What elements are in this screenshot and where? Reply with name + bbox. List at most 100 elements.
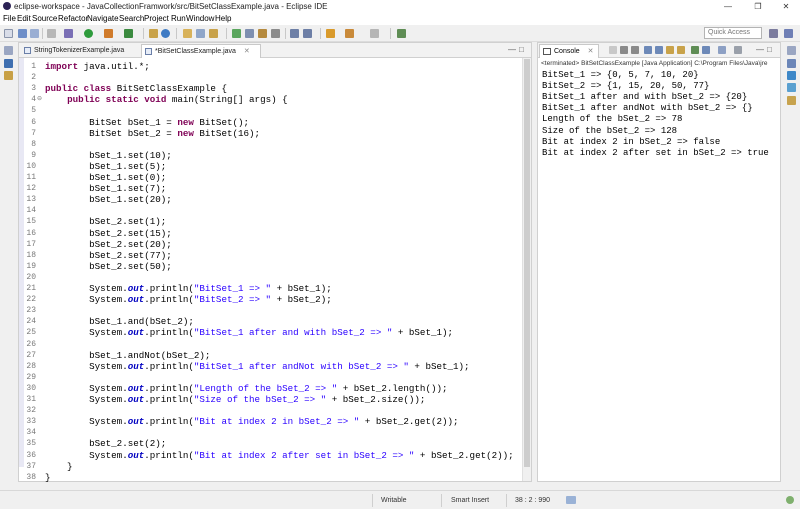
java-perspective-icon[interactable]: [784, 29, 793, 38]
editor-pane: StringTokenizerExample.java *BitSetClass…: [18, 42, 532, 483]
menu-file[interactable]: File: [3, 14, 16, 24]
task-list-icon[interactable]: [787, 59, 796, 68]
menu-window[interactable]: Window: [186, 14, 214, 24]
java-file-icon: [24, 47, 31, 54]
restore-view-icon-right[interactable]: [787, 46, 796, 55]
hierarchy-icon[interactable]: [787, 83, 796, 92]
status-cursor-position: 38 : 2 : 990: [515, 497, 551, 504]
remove-all-icon[interactable]: [631, 46, 639, 54]
code-line: System.out.println("BitSet_1 => " + bSet…: [45, 283, 332, 294]
code-token: + bSet_2.get(2));: [414, 449, 514, 461]
show-console-output-icon[interactable]: [666, 46, 674, 54]
show-whitespace-icon[interactable]: [271, 29, 280, 38]
quick-access-input[interactable]: Quick Access: [704, 27, 762, 39]
status-heap-icon[interactable]: [786, 496, 794, 504]
code-token: bSet_1.set(20);: [45, 194, 172, 206]
menu-refactor[interactable]: Refactor: [58, 14, 88, 24]
code-token: bSet_1.set(0);: [45, 172, 167, 183]
editor-scrollbar-thumb[interactable]: [524, 59, 530, 467]
outline-view-icon[interactable]: [787, 71, 796, 80]
block-selection-icon[interactable]: [258, 29, 267, 38]
search-icon[interactable]: [209, 29, 218, 38]
editor-scrollbar[interactable]: [522, 58, 531, 481]
menu-source[interactable]: Source: [32, 14, 57, 24]
last-edit-location-icon[interactable]: [326, 29, 335, 38]
maximize-console-icon[interactable]: □: [767, 46, 772, 54]
toggle-mark-occurrences-icon[interactable]: [232, 29, 241, 38]
menu-edit[interactable]: Edit: [17, 14, 31, 24]
fold-icon[interactable]: ⊖: [37, 94, 43, 105]
problems-icon[interactable]: [787, 96, 796, 105]
scroll-lock-icon[interactable]: [644, 46, 652, 54]
terminate-icon[interactable]: [609, 46, 617, 54]
console-line: BitSet_1 => {0, 5, 7, 10, 20}: [542, 70, 699, 80]
annotation-icon[interactable]: [245, 29, 254, 38]
code-token: void: [144, 94, 167, 106]
console-line: Bit at index 2 in bSet_2 => false: [542, 136, 721, 147]
code-area[interactable]: import java.util.*; public class BitSetCl…: [45, 58, 517, 483]
new-icon[interactable]: [4, 29, 13, 38]
display-console-icon[interactable]: [702, 46, 710, 54]
code-token: "BitSet_1 after and with bSet_2 => ": [193, 327, 393, 339]
minimize-editor-icon[interactable]: —: [508, 46, 516, 54]
package-explorer-icon[interactable]: [4, 59, 13, 68]
save-icon[interactable]: [18, 29, 27, 38]
menu-project[interactable]: Project: [144, 14, 169, 24]
close-tab-icon[interactable]: ✕: [244, 48, 250, 55]
menu-search[interactable]: Search: [119, 14, 144, 24]
minimize-console-icon[interactable]: —: [756, 46, 764, 54]
tab-console[interactable]: Console ✕: [539, 44, 599, 58]
menu-navigate[interactable]: Navigate: [87, 14, 119, 24]
new-class-icon[interactable]: [161, 29, 170, 38]
code-line: bSet_1.set(10);: [45, 150, 172, 161]
skip-breakpoints-icon[interactable]: [47, 29, 56, 38]
debug-icon[interactable]: [64, 29, 73, 38]
outline-icon[interactable]: [4, 71, 13, 80]
maximize-editor-icon[interactable]: □: [519, 46, 524, 54]
remove-launch-icon[interactable]: [620, 46, 628, 54]
code-token: System.: [45, 382, 128, 394]
show-error-output-icon[interactable]: [677, 46, 685, 54]
view-menu-icon[interactable]: [734, 46, 742, 54]
run-icon[interactable]: [84, 29, 93, 38]
close-console-icon[interactable]: ✕: [588, 48, 594, 55]
new-java-project-icon[interactable]: [149, 29, 158, 38]
open-task-icon[interactable]: [196, 29, 205, 38]
open-type-icon[interactable]: [183, 29, 192, 38]
right-trim-bar: [782, 42, 800, 490]
forward-icon[interactable]: [370, 29, 379, 38]
status-activity-icon[interactable]: [566, 496, 576, 504]
menu-help[interactable]: Help: [215, 14, 231, 24]
minimize-icon[interactable]: —: [716, 0, 740, 13]
back-icon[interactable]: [345, 29, 354, 38]
pin-console-icon[interactable]: [691, 46, 699, 54]
restore-view-icon[interactable]: [4, 46, 13, 55]
code-token: + bSet_1);: [392, 327, 454, 339]
code-line: System.out.println("BitSet_2 => " + bSet…: [45, 294, 332, 305]
tab-label: StringTokenizerExample.java: [34, 47, 125, 54]
close-window-icon[interactable]: ✕: [774, 0, 798, 13]
tab-stringtokenizer[interactable]: StringTokenizerExample.java: [21, 44, 139, 58]
pin-editor-icon[interactable]: [397, 29, 406, 38]
next-annotation-icon[interactable]: [290, 29, 299, 38]
code-token: + bSet_2.get(2));: [359, 416, 459, 428]
open-perspective-icon[interactable]: [769, 29, 778, 38]
status-insert-mode: Smart Insert: [451, 497, 490, 504]
restore-icon[interactable]: ❐: [746, 0, 770, 13]
save-all-icon[interactable]: [30, 29, 39, 38]
status-writable: Writable: [381, 497, 407, 504]
open-console-icon[interactable]: [718, 46, 726, 54]
code-token: out: [127, 283, 145, 294]
code-token: System.: [45, 449, 128, 461]
code-token: System.: [45, 394, 128, 405]
tab-bitsetclassexample[interactable]: *BitSetClassExample.java ✕: [141, 44, 261, 58]
code-token: "BitSet_1 => ": [193, 283, 272, 294]
code-token: .println(: [144, 449, 194, 461]
coverage-icon[interactable]: [104, 29, 113, 38]
console-line: Bit at index 2 after set in bSet_2 => tr…: [542, 147, 769, 158]
previous-annotation-icon[interactable]: [303, 29, 312, 38]
word-wrap-icon[interactable]: [655, 46, 663, 54]
menu-run[interactable]: Run: [171, 14, 186, 24]
code-token: "BitSet_1 after andNot with bSet_2 => ": [193, 360, 409, 372]
external-tools-icon[interactable]: [124, 29, 133, 38]
